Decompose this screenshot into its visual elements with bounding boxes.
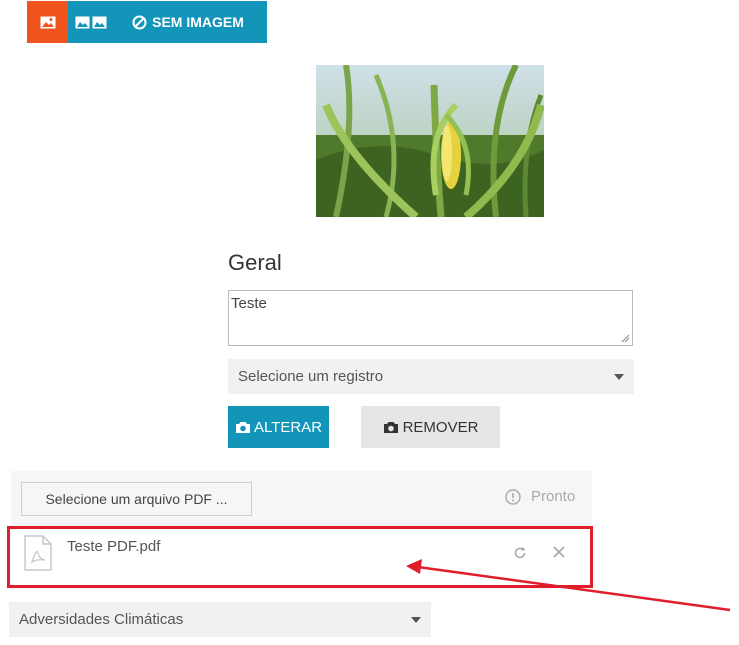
- section-title: Geral: [228, 250, 282, 275]
- adversidades-select-label: Adversidades Climáticas: [19, 611, 184, 628]
- no-image-button[interactable]: SEM IMAGEM: [113, 1, 267, 43]
- corn-photo: [316, 65, 544, 217]
- choose-pdf-label: Selecione um arquivo PDF ...: [45, 491, 228, 507]
- no-image-label: SEM IMAGEM: [152, 14, 244, 30]
- chevron-down-icon: [614, 373, 624, 380]
- alterar-label: ALTERAR: [253, 418, 323, 436]
- upload-status-label: Pronto: [531, 488, 576, 505]
- description-value: Teste: [231, 295, 267, 312]
- image-icon: [40, 16, 55, 28]
- resize-grip-icon[interactable]: [621, 334, 630, 343]
- remover-button[interactable]: REMOVER: [361, 406, 500, 448]
- adversidades-select[interactable]: Adversidades Climáticas: [9, 602, 431, 637]
- ban-icon: [132, 15, 147, 29]
- camera-icon: [383, 421, 398, 433]
- image-mode-toolbar: SEM IMAGEM: [27, 1, 267, 43]
- upload-status: Pronto: [505, 488, 575, 505]
- single-image-button[interactable]: [27, 1, 68, 43]
- registro-select[interactable]: Selecione um registro: [228, 359, 634, 394]
- camera-icon: [235, 421, 250, 433]
- double-image-button[interactable]: [68, 1, 113, 43]
- images-icon: [75, 16, 106, 28]
- info-circle-icon: [505, 488, 521, 505]
- chevron-down-icon: [411, 616, 421, 623]
- registro-select-label: Selecione um registro: [238, 368, 384, 385]
- remover-label: REMOVER: [402, 418, 479, 436]
- alterar-button[interactable]: ALTERAR: [228, 406, 329, 448]
- choose-pdf-button[interactable]: Selecione um arquivo PDF ...: [21, 482, 252, 516]
- description-textarea[interactable]: Teste: [228, 290, 633, 346]
- highlight-box: [7, 526, 593, 588]
